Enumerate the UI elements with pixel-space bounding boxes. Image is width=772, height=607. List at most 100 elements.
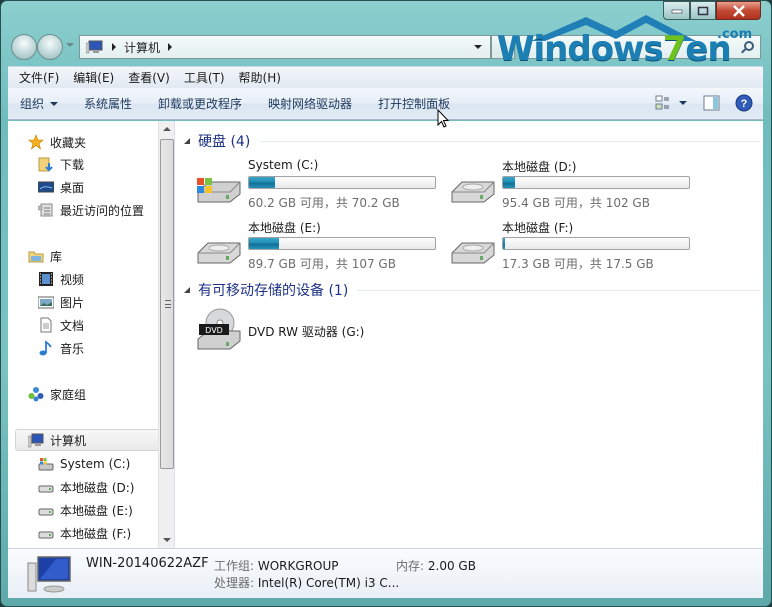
menu-view[interactable]: 查看(V) — [121, 69, 177, 86]
nav-drive-f[interactable]: 本地磁盘 (F:) — [38, 522, 131, 544]
drive-name: System (C:) — [248, 158, 319, 172]
nav-videos-label: 视频 — [60, 272, 85, 287]
minimize-button[interactable] — [663, 1, 690, 20]
nav-music-label: 音乐 — [60, 341, 85, 356]
group-header-removable: 有可移动存储的设备 (1) — [198, 283, 349, 299]
downloads-folder-icon — [38, 157, 53, 172]
drive-space-info: 17.3 GB 可用，共 17.5 GB — [502, 257, 654, 271]
breadcrumb-computer[interactable]: 计算机 — [124, 39, 160, 56]
menu-file[interactable]: 文件(F) — [12, 69, 66, 86]
address-dropdown-arrow[interactable] — [474, 45, 482, 49]
nav-drive-d-label: 本地磁盘 (D:) — [60, 480, 135, 495]
scroll-down-arrow[interactable] — [163, 538, 171, 542]
menu-help[interactable]: 帮助(H) — [232, 69, 288, 86]
drive-name: 本地磁盘 (E:) — [248, 221, 321, 235]
library-folder-icon — [28, 251, 44, 263]
nav-music[interactable]: 音乐 — [38, 337, 84, 359]
scroll-up-arrow[interactable] — [163, 127, 171, 131]
collapse-icon[interactable] — [184, 287, 190, 293]
hard-drive-icon — [197, 242, 241, 264]
drive-tile[interactable]: 本地磁盘 (F:) 17.3 GB 可用，共 17.5 GB — [448, 219, 698, 275]
system-properties-button[interactable]: 系统属性 — [84, 95, 132, 112]
drive-name: 本地磁盘 (D:) — [502, 160, 577, 174]
workgroup-info: 工作组: WORKGROUP — [214, 557, 339, 574]
uninstall-program-button[interactable]: 卸载或更改程序 — [158, 95, 242, 112]
minimize-icon — [671, 9, 682, 13]
mouse-cursor-icon — [437, 109, 450, 128]
hard-drive-icon — [38, 508, 54, 516]
preview-pane-icon[interactable] — [703, 95, 721, 111]
caption-buttons — [663, 1, 761, 21]
system-drive-icon — [197, 178, 241, 203]
drive-tile[interactable]: System (C:) 60.2 GB 可用，共 70.2 GB — [194, 158, 444, 214]
memory-value: 2.00 GB — [427, 559, 476, 573]
nav-desktop[interactable]: 桌面 — [38, 176, 84, 198]
drive-tile[interactable]: 本地磁盘 (D:) 95.4 GB 可用，共 102 GB — [448, 158, 698, 214]
drive-space-info: 60.2 GB 可用，共 70.2 GB — [248, 196, 400, 210]
processor-value: Intel(R) Core(TM) i3 C... — [257, 576, 400, 590]
document-icon — [40, 317, 52, 333]
nav-scrollbar[interactable] — [158, 121, 174, 548]
nav-favorites[interactable]: 收藏夹 — [28, 131, 86, 153]
usage-bar-fill — [249, 238, 279, 249]
nav-documents-label: 文档 — [60, 318, 85, 333]
nav-computer[interactable]: 计算机 — [15, 429, 163, 451]
nav-libraries[interactable]: 库 — [28, 245, 62, 267]
usage-bar — [502, 176, 690, 189]
usage-bar — [248, 176, 436, 189]
explorer-window: 计算机 Windows7en .com 文件(F) 编辑(E) 查看(V) 工具… — [0, 0, 772, 607]
picture-icon — [38, 296, 54, 309]
help-icon[interactable]: ? — [735, 94, 753, 112]
group-hard-disks[interactable]: 硬盘 (4) — [184, 131, 759, 151]
search-input[interactable] — [519, 35, 761, 59]
dvd-drive-icon: DVD — [197, 308, 241, 350]
search-icon — [744, 41, 754, 51]
nav-pictures[interactable]: 图片 — [38, 291, 84, 313]
grip-icon — [165, 300, 171, 308]
maximize-button[interactable] — [690, 1, 716, 20]
nav-documents[interactable]: 文档 — [38, 314, 84, 336]
processor-info: 处理器: Intel(R) Core(TM) i3 C... — [214, 574, 399, 591]
usage-bar-fill — [249, 177, 276, 188]
nav-downloads-label: 下载 — [60, 157, 85, 172]
forward-button[interactable] — [37, 34, 63, 60]
scroll-thumb[interactable] — [160, 139, 174, 469]
organize-label: 组织 — [20, 97, 45, 111]
refresh-button[interactable] — [491, 35, 515, 59]
nav-recent-places[interactable]: 最近访问的位置 — [38, 199, 144, 221]
nav-drive-d[interactable]: 本地磁盘 (D:) — [38, 476, 134, 498]
workgroup-value: WORKGROUP — [257, 559, 339, 573]
video-icon — [39, 272, 53, 286]
memory-label: 内存: — [396, 559, 425, 573]
maximize-icon — [697, 6, 709, 15]
nav-drive-f-label: 本地磁盘 (F:) — [60, 526, 132, 541]
address-bar[interactable]: 计算机 — [79, 35, 491, 59]
collapse-icon[interactable] — [184, 138, 190, 144]
drive-tile[interactable]: 本地磁盘 (E:) 89.7 GB 可用，共 107 GB — [194, 219, 444, 275]
recent-pages-dropdown[interactable] — [66, 43, 74, 47]
svg-text:?: ? — [741, 98, 748, 110]
nav-homegroup[interactable]: 家庭组 — [28, 383, 86, 405]
breadcrumb-separator[interactable] — [168, 43, 173, 51]
nav-drive-c[interactable]: System (C:) — [38, 453, 130, 475]
map-network-drive-button[interactable]: 映射网络驱动器 — [268, 95, 352, 112]
back-button[interactable] — [11, 34, 37, 60]
group-divider — [260, 140, 759, 142]
group-removable-storage[interactable]: 有可移动存储的设备 (1) — [184, 280, 759, 300]
chevron-down-icon — [50, 101, 59, 106]
workgroup-label: 工作组: — [214, 559, 255, 573]
drive-space-info: 89.7 GB 可用，共 107 GB — [248, 257, 396, 271]
change-view-icon[interactable] — [655, 95, 689, 111]
nav-drive-e[interactable]: 本地磁盘 (E:) — [38, 499, 133, 521]
breadcrumb-separator[interactable] — [112, 43, 116, 51]
menu-edit[interactable]: 编辑(E) — [66, 69, 121, 86]
organize-button[interactable]: 组织 — [20, 95, 59, 112]
hard-drive-icon — [38, 485, 54, 493]
close-button[interactable] — [716, 1, 761, 20]
computer-large-icon — [27, 556, 71, 593]
menu-tools[interactable]: 工具(T) — [177, 69, 232, 86]
usage-bar-fill — [503, 177, 516, 188]
dvd-drive-tile[interactable]: DVD DVD RW 驱动器 (G:) — [194, 307, 444, 363]
nav-downloads[interactable]: 下载 — [38, 153, 84, 175]
nav-videos[interactable]: 视频 — [38, 268, 84, 290]
